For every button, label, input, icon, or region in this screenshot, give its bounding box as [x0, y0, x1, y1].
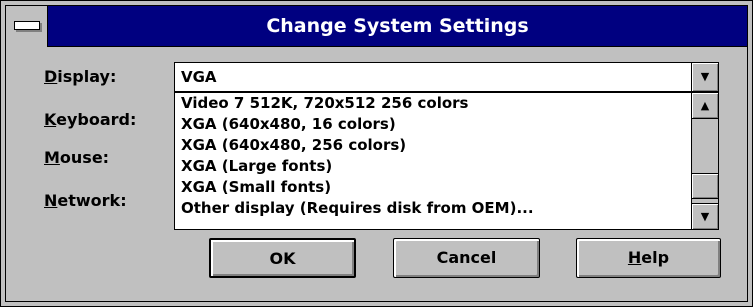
- display-dropdown-list[interactable]: Video 7 512K, 720x512 256 colors XGA (64…: [174, 92, 719, 230]
- cancel-button[interactable]: Cancel: [393, 238, 540, 278]
- system-menu-icon: [14, 21, 40, 30]
- list-item[interactable]: XGA (640x480, 256 colors): [175, 135, 690, 156]
- list-item[interactable]: Other display (Requires disk from OEM)..…: [175, 198, 690, 219]
- dialog-body: Display: Keyboard: Mouse: Network: VGA ▼…: [6, 48, 747, 301]
- list-item[interactable]: XGA (Small fonts): [175, 177, 690, 198]
- mouse-label: Mouse:: [44, 148, 110, 167]
- display-options: Video 7 512K, 720x512 256 colors XGA (64…: [175, 93, 690, 229]
- scroll-thumb[interactable]: [692, 173, 718, 199]
- vertical-scrollbar[interactable]: ▲ ▼: [691, 93, 718, 229]
- system-menu-button[interactable]: [6, 6, 48, 47]
- list-item[interactable]: Video 7 512K, 720x512 256 colors: [175, 93, 690, 114]
- list-item[interactable]: XGA (Large fonts): [175, 156, 690, 177]
- dropdown-arrow-icon[interactable]: ▼: [691, 63, 718, 91]
- network-label: Network:: [44, 191, 127, 210]
- list-item[interactable]: XGA (640x480, 16 colors): [175, 114, 690, 135]
- keyboard-label: Keyboard:: [44, 110, 137, 129]
- display-combobox-value: VGA: [181, 68, 217, 86]
- scroll-up-arrow-icon[interactable]: ▲: [692, 93, 718, 119]
- help-button[interactable]: Help: [576, 238, 721, 278]
- ok-button[interactable]: OK: [209, 238, 356, 278]
- title-bar[interactable]: Change System Settings: [6, 6, 747, 47]
- scroll-down-arrow-icon[interactable]: ▼: [692, 203, 718, 229]
- display-label: Display:: [44, 67, 117, 86]
- dialog-window: Change System Settings Display: Keyboard…: [0, 0, 753, 307]
- window-title: Change System Settings: [266, 15, 529, 37]
- display-combobox[interactable]: VGA ▼: [174, 62, 719, 92]
